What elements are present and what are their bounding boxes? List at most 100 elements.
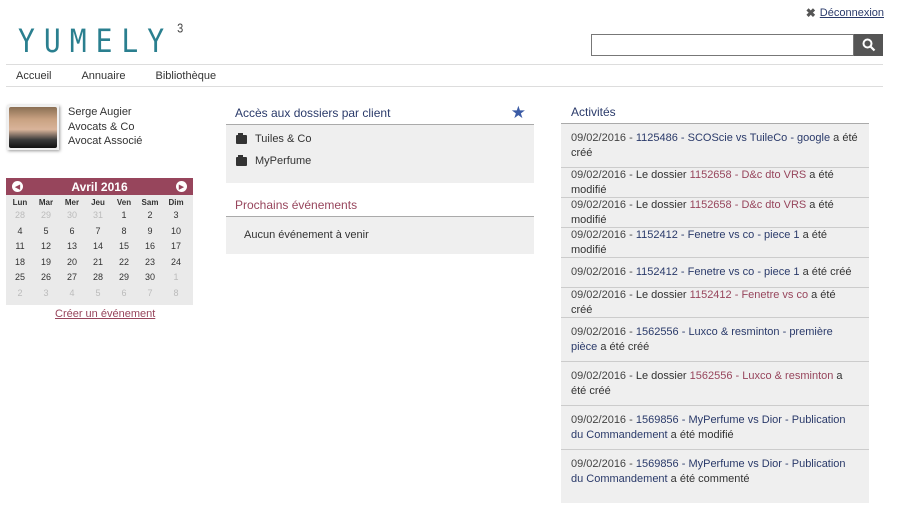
calendar-day[interactable]: 1 — [163, 270, 189, 286]
folder-label: Tuiles & Co — [255, 133, 312, 145]
activity-link[interactable]: 1152658 - D&c dto VRS — [690, 169, 807, 181]
calendar-day[interactable]: 24 — [163, 255, 189, 271]
client-folders-panel: Accès aux dossiers par client ★ Tuiles &… — [226, 101, 534, 183]
calendar-day[interactable]: 7 — [85, 224, 111, 240]
upcoming-events-panel: Prochains événements Aucun événement à v… — [226, 193, 534, 254]
upcoming-events-header: Prochains événements — [226, 193, 534, 217]
folder-label: MyPerfume — [255, 155, 312, 167]
calendar-weekday: Ven — [116, 198, 132, 207]
user-profile: Serge Augier Avocats & Co Avocat Associé — [68, 105, 142, 149]
star-icon[interactable]: ★ — [511, 103, 526, 123]
activity-item[interactable]: 09/02/2016 - 1569856 - MyPerfume vs Dior… — [561, 406, 869, 450]
prev-month-icon[interactable]: ◀ — [12, 181, 23, 192]
create-event-link[interactable]: Créer un événement — [55, 308, 155, 320]
activity-item[interactable]: 09/02/2016 - Le dossier 1562556 - Luxco … — [561, 362, 869, 406]
calendar-day[interactable]: 3 — [163, 208, 189, 224]
calendar-day[interactable]: 26 — [33, 270, 59, 286]
calendar-day[interactable]: 3 — [33, 286, 59, 302]
activity-item[interactable]: 09/02/2016 - Le dossier 1152658 - D&c dt… — [561, 198, 869, 228]
calendar-day[interactable]: 5 — [85, 286, 111, 302]
next-month-icon[interactable]: ▶ — [175, 181, 187, 192]
activities-list: 09/02/2016 - 1125486 - SCOScie vs TuileC… — [561, 124, 869, 494]
activity-item[interactable]: 09/02/2016 - 1125486 - SCOScie vs TuileC… — [561, 124, 869, 168]
calendar-day[interactable]: 6 — [111, 286, 137, 302]
header-divider — [6, 64, 883, 65]
calendar-day[interactable]: 2 — [7, 286, 33, 302]
calendar-day[interactable]: 8 — [111, 224, 137, 240]
activity-item[interactable]: 09/02/2016 - 1152412 - Fenetre vs co - p… — [561, 228, 869, 258]
activity-item[interactable]: 09/02/2016 - Le dossier 1152658 - D&c dt… — [561, 168, 869, 198]
activity-link[interactable]: 1125486 - SCOScie vs TuileCo - google — [636, 132, 830, 144]
avatar-photo — [9, 107, 57, 148]
calendar-weekday: Lun — [12, 198, 28, 207]
activity-text: a été commenté — [667, 473, 750, 485]
calendar-day[interactable]: 19 — [33, 255, 59, 271]
calendar-day[interactable]: 30 — [137, 270, 163, 286]
activity-item[interactable]: 09/02/2016 - Le dossier 1152412 - Fenetr… — [561, 288, 869, 318]
activity-date: 09/02/2016 - — [571, 198, 636, 211]
activity-date: 09/02/2016 - — [571, 228, 636, 241]
upcoming-events-title: Prochains événements — [235, 197, 358, 212]
calendar-day[interactable]: 5 — [33, 224, 59, 240]
calendar-day[interactable]: 1 — [111, 208, 137, 224]
activity-date: 09/02/2016 - — [571, 266, 636, 278]
activity-text: Le dossier — [635, 369, 690, 382]
calendar-day[interactable]: 14 — [85, 239, 111, 255]
calendar-day[interactable]: 6 — [59, 224, 85, 240]
calendar-day[interactable]: 11 — [7, 239, 33, 255]
calendar-day[interactable]: 27 — [59, 270, 85, 286]
logo-text: YUMELY — [18, 22, 174, 60]
search-input[interactable] — [591, 34, 854, 56]
activity-item[interactable]: 09/02/2016 - 1569856 - MyPerfume vs Dior… — [561, 450, 869, 494]
folder-item-tuiles[interactable]: Tuiles & Co — [226, 128, 534, 150]
calendar-day[interactable]: 22 — [111, 255, 137, 271]
calendar-day[interactable]: 4 — [59, 286, 85, 302]
folder-item-myperfume[interactable]: MyPerfume — [226, 150, 534, 172]
nav-item-annuaire[interactable]: Annuaire — [81, 70, 125, 82]
calendar-day[interactable]: 28 — [85, 270, 111, 286]
calendar-day[interactable]: 16 — [137, 239, 163, 255]
activity-link[interactable]: 1152658 - D&c dto VRS — [690, 199, 807, 211]
activity-date: 09/02/2016 - — [571, 168, 636, 181]
activity-link[interactable]: 1152412 - Fenetre vs co — [690, 289, 808, 301]
search-button[interactable] — [854, 34, 883, 56]
nav-item-bibliotheque[interactable]: Bibliothèque — [156, 70, 217, 82]
calendar-day[interactable]: 23 — [137, 255, 163, 271]
calendar-day[interactable]: 9 — [137, 224, 163, 240]
calendar-day[interactable]: 29 — [111, 270, 137, 286]
activity-link[interactable]: 1152412 - Fenetre vs co - piece 1 — [636, 229, 800, 241]
search-icon — [862, 38, 875, 52]
calendar-grid: Lun Mar Mer Jeu Ven Sam Dim 28 29 30 31 1 2 3 4 5 6 7 8 9 10… — [6, 195, 193, 301]
calendar-day[interactable]: 2 — [137, 208, 163, 224]
calendar-day[interactable]: 31 — [85, 208, 111, 224]
calendar-day[interactable]: 8 — [163, 286, 189, 302]
logout-link[interactable]: Déconnexion — [820, 7, 884, 19]
calendar-day[interactable]: 18 — [7, 255, 33, 271]
calendar-day[interactable]: 12 — [33, 239, 59, 255]
calendar-day[interactable]: 17 — [163, 239, 189, 255]
calendar-day[interactable]: 28 — [7, 208, 33, 224]
calendar-day[interactable]: 25 — [7, 270, 33, 286]
calendar-day[interactable]: 7 — [137, 286, 163, 302]
client-folders-title: Accès aux dossiers par client — [235, 105, 391, 120]
calendar-day[interactable]: 4 — [7, 224, 33, 240]
activity-link[interactable]: 1562556 - Luxco & resminton — [690, 370, 834, 382]
book-icon — [236, 154, 247, 166]
calendar-day[interactable]: 29 — [33, 208, 59, 224]
activity-item[interactable]: 09/02/2016 - 1152412 - Fenetre vs co - p… — [561, 258, 869, 288]
calendar-day[interactable]: 21 — [85, 255, 111, 271]
activity-item[interactable]: 09/02/2016 - 1562556 - Luxco & resminton… — [561, 318, 869, 362]
calendar-day[interactable]: 10 — [163, 224, 189, 240]
calendar-day[interactable]: 30 — [59, 208, 85, 224]
calendar-day[interactable]: 13 — [59, 239, 85, 255]
calendar-weekday: Jeu — [91, 198, 105, 207]
activity-date: 09/02/2016 - — [571, 288, 636, 301]
nav-item-accueil[interactable]: Accueil — [16, 70, 51, 82]
calendar-day[interactable]: 15 — [111, 239, 137, 255]
calendar-day[interactable]: 20 — [59, 255, 85, 271]
logout-link-container[interactable]: ✖ Déconnexion — [806, 6, 884, 20]
logo-version: 3 — [177, 22, 184, 36]
activity-link[interactable]: 1152412 - Fenetre vs co - piece 1 — [636, 266, 800, 278]
calendar-weekday: Dim — [168, 198, 184, 207]
activity-date: 09/02/2016 - — [571, 325, 636, 338]
